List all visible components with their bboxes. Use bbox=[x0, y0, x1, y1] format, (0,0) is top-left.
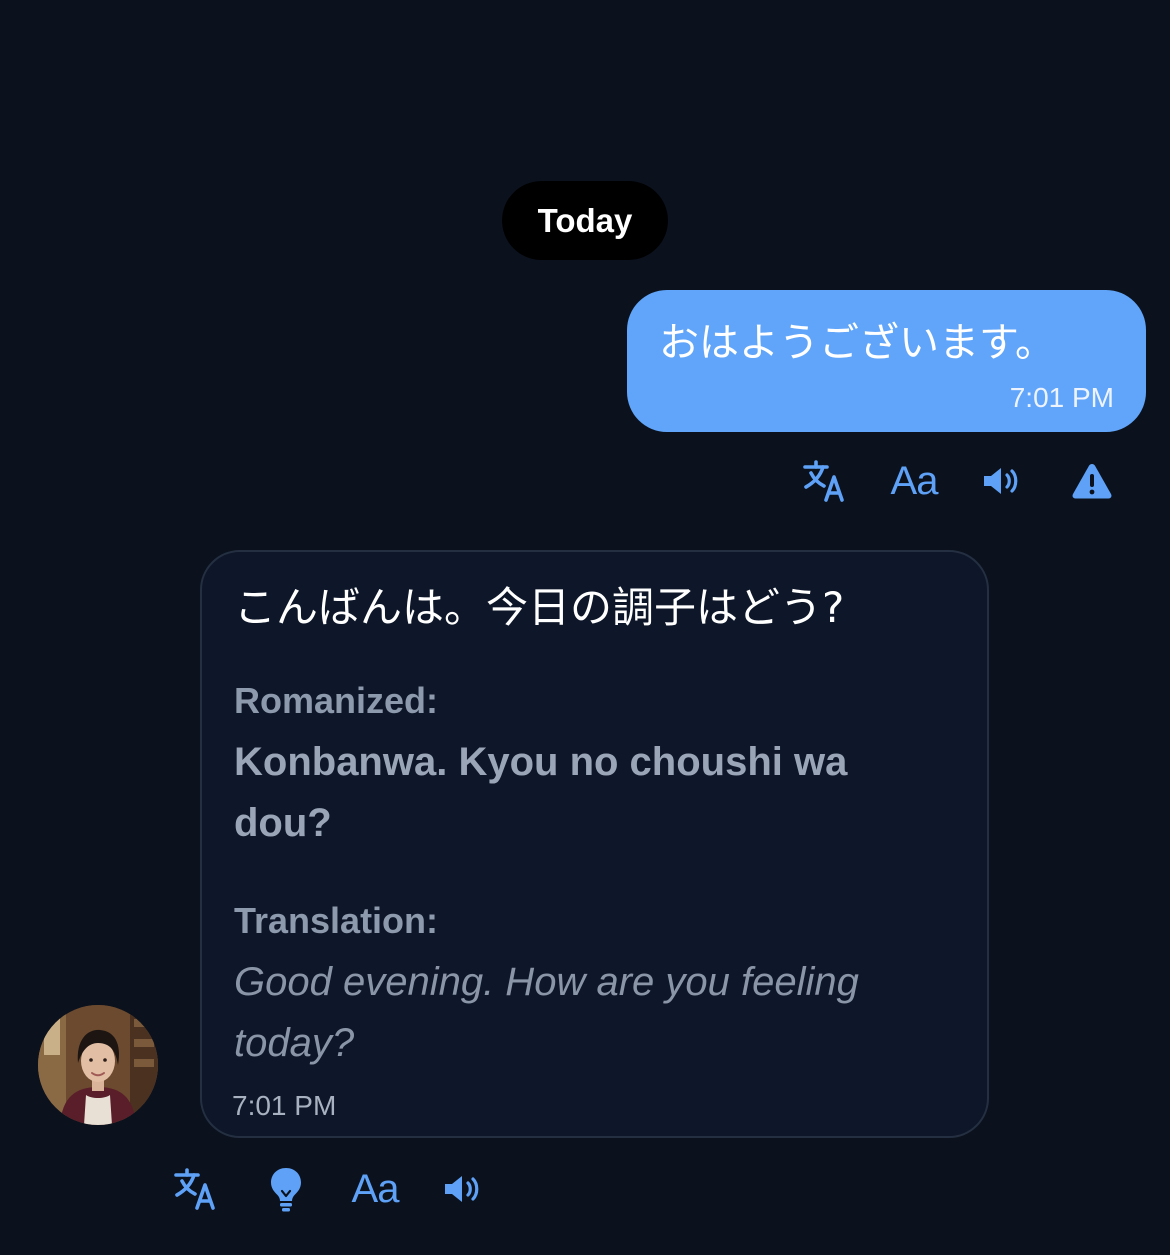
speaker-icon bbox=[984, 468, 1018, 494]
translate-icon bbox=[174, 1168, 215, 1210]
romanized-label: Romanized: bbox=[234, 680, 439, 721]
text-size-button[interactable]: Aa bbox=[889, 458, 939, 504]
date-divider-label: Today bbox=[537, 201, 633, 239]
received-message-text: こんばんは。今日の調子はどう? bbox=[234, 583, 845, 632]
sent-message-bubble[interactable]: おはようございます。 7:01 PM bbox=[627, 290, 1146, 432]
text-size-icon: Aa bbox=[351, 1166, 400, 1211]
translation-label: Translation: bbox=[234, 900, 439, 941]
speaker-button[interactable] bbox=[442, 1166, 482, 1212]
received-message-actions: Aa bbox=[172, 1166, 482, 1212]
text-size-icon: Aa bbox=[890, 458, 939, 503]
sent-message-time: 7:01 PM bbox=[1009, 382, 1114, 413]
speaker-button[interactable] bbox=[981, 458, 1021, 504]
hint-button[interactable] bbox=[268, 1166, 304, 1212]
received-message-bubble[interactable]: こんばんは。今日の調子はどう? Romanized: Konbanwa. Kyo… bbox=[200, 550, 989, 1138]
romanized-text: Konbanwa. Kyou no choushi wa dou? bbox=[234, 740, 848, 845]
sent-message-text: おはようございます。 bbox=[659, 320, 1055, 366]
speaker-icon bbox=[445, 1176, 479, 1202]
avatar-image bbox=[38, 1005, 158, 1125]
translate-button[interactable] bbox=[172, 1166, 220, 1212]
lightbulb-icon bbox=[271, 1168, 301, 1212]
translate-icon bbox=[803, 460, 844, 502]
text-size-button[interactable]: Aa bbox=[350, 1166, 400, 1212]
chat-screen: Today おはようございます。 7:01 PM Aa こんばんは。今日の調子は… bbox=[0, 0, 1170, 1255]
received-message-time: 7:01 PM bbox=[232, 1090, 337, 1121]
date-divider: Today bbox=[502, 181, 668, 260]
warning-icon bbox=[1072, 464, 1112, 499]
avatar[interactable] bbox=[38, 1005, 158, 1125]
report-button[interactable] bbox=[1071, 458, 1113, 504]
sent-message-actions: Aa bbox=[800, 458, 1113, 504]
translation-text: Good evening. How are you feeling today? bbox=[234, 960, 859, 1065]
translate-button[interactable] bbox=[800, 458, 850, 504]
